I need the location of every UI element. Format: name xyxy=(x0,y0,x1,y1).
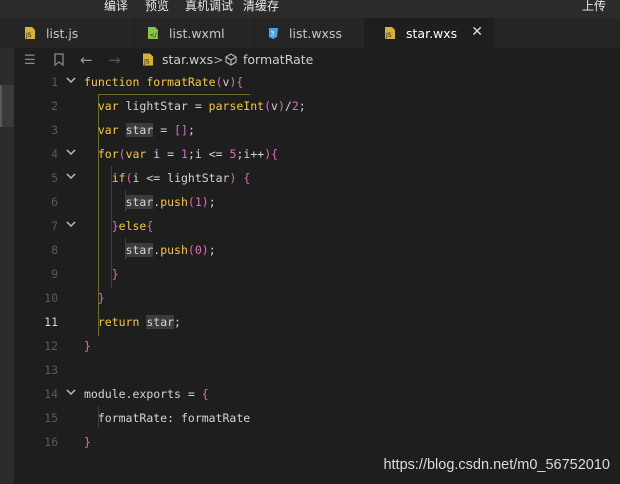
code-line: } xyxy=(111,267,119,281)
preview-menu[interactable]: 预览 xyxy=(145,0,169,14)
fold-chevron-icon[interactable] xyxy=(66,77,76,85)
code-line: var star = []; xyxy=(97,123,195,137)
tab-label: star.wxs xyxy=(406,25,458,41)
upload-menu[interactable]: 上传 xyxy=(582,0,606,14)
code-line: } xyxy=(97,291,105,305)
code-line: function formatRate(v){ xyxy=(84,75,244,89)
tab-label: list.wxml xyxy=(169,25,225,41)
watermark: https://blog.csdn.net/m0_56752010 xyxy=(383,457,610,473)
svg-text:JS: JS xyxy=(385,32,392,39)
js-file-icon: JS xyxy=(385,27,395,39)
close-icon[interactable]: ✕ xyxy=(471,24,483,40)
editor-tab-bar: JS list.js </> list.wxml 3 list.wxss JS … xyxy=(0,18,620,49)
wxml-file-icon: </> xyxy=(148,27,160,39)
line-number-current: 11 xyxy=(44,315,58,329)
code-line: }else{ xyxy=(111,219,154,233)
device-debug-menu[interactable]: 真机调试 xyxy=(185,0,233,14)
js-file-icon: JS xyxy=(25,27,35,39)
line-number: 9 xyxy=(51,267,58,281)
code-line: for(var i = 1;i <= 5;i++){ xyxy=(97,147,279,161)
back-arrow-icon[interactable]: ← xyxy=(80,51,93,69)
line-number: 8 xyxy=(51,243,58,257)
code-line: formatRate: formatRate xyxy=(97,411,251,425)
svg-text:</>: </> xyxy=(150,32,160,39)
bracket-match-line xyxy=(98,94,250,95)
svg-text:3: 3 xyxy=(271,31,275,38)
breadcrumb-symbol[interactable]: formatRate xyxy=(243,52,313,67)
fold-chevron-icon[interactable] xyxy=(66,389,76,397)
code-line: module.exports = { xyxy=(84,387,209,401)
fold-chevron-icon[interactable] xyxy=(66,173,76,181)
compile-menu[interactable]: 编译 xyxy=(104,0,128,14)
line-number: 15 xyxy=(44,411,58,425)
code-line: return star; xyxy=(97,315,181,329)
svg-text:JS: JS xyxy=(143,59,150,66)
code-line: } xyxy=(84,435,91,449)
fold-chevron-icon[interactable] xyxy=(66,221,76,229)
tab-label: list.js xyxy=(46,25,79,41)
line-number: 3 xyxy=(51,123,58,137)
symbol-method-icon xyxy=(225,53,237,66)
breadcrumb-file[interactable]: star.wxs xyxy=(162,52,213,67)
tab-list-wxml[interactable]: </> list.wxml xyxy=(123,18,255,48)
tab-label: list.wxss xyxy=(289,25,342,41)
tab-list-wxss[interactable]: 3 list.wxss xyxy=(243,18,375,48)
line-number: 2 xyxy=(51,99,58,113)
editor-toolbar: ☰ ← → JS star.wxs > formatRate xyxy=(14,48,620,72)
tab-star-wxs[interactable]: JS star.wxs ✕ xyxy=(364,18,494,48)
line-number: 4 xyxy=(51,147,58,161)
forward-arrow-icon[interactable]: → xyxy=(108,51,121,69)
tab-list-js[interactable]: JS list.js xyxy=(0,18,135,48)
breadcrumb-separator: > xyxy=(213,52,224,67)
js-file-icon: JS xyxy=(143,53,153,66)
line-number: 5 xyxy=(51,171,58,185)
line-number: 14 xyxy=(44,387,58,401)
code-line: if(i <= lightStar) { xyxy=(111,171,251,185)
clear-cache-menu[interactable]: 清缓存 xyxy=(243,0,279,14)
line-number: 13 xyxy=(44,363,58,377)
svg-text:JS: JS xyxy=(25,32,32,39)
sidebar-selected-item[interactable] xyxy=(0,85,14,127)
top-menu-bar: 编译 预览 真机调试 清缓存 上传 xyxy=(0,0,620,18)
bookmark-icon[interactable] xyxy=(54,53,64,66)
line-number: 12 xyxy=(44,339,58,353)
code-line: var lightStar = parseInt(v)/2; xyxy=(97,99,306,113)
code-line: } xyxy=(84,339,91,353)
sidebar xyxy=(0,48,14,484)
code-line: star.push(1); xyxy=(125,195,216,209)
line-number: 6 xyxy=(51,195,58,209)
code-editor[interactable]: 1 2 3 4 5 6 7 8 9 10 11 12 13 14 15 16 f… xyxy=(14,72,620,484)
line-number: 10 xyxy=(44,291,58,305)
code-line: star.push(0); xyxy=(125,243,216,257)
line-number: 16 xyxy=(44,435,58,449)
fold-chevron-icon[interactable] xyxy=(66,149,76,157)
css-file-icon: 3 xyxy=(269,28,278,39)
line-number: 1 xyxy=(51,75,58,89)
list-icon[interactable]: ☰ xyxy=(24,53,36,68)
line-number: 7 xyxy=(51,219,58,233)
